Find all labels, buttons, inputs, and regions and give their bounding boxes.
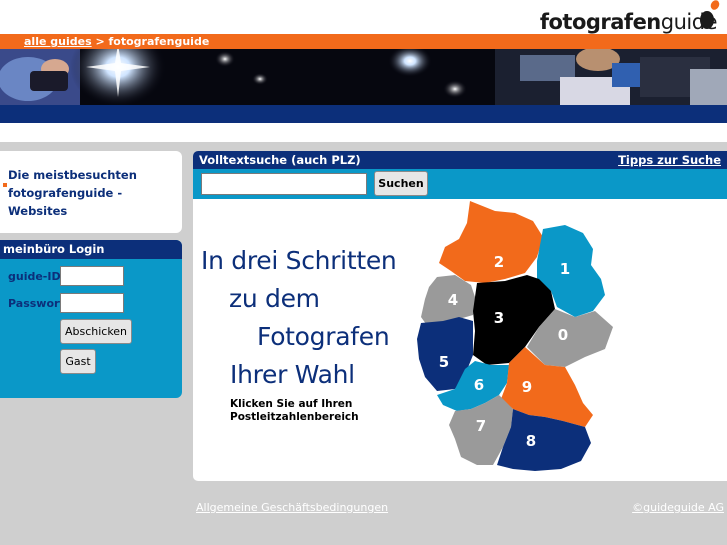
map-label-9: 9 [522,378,532,396]
login-title: meinbüro Login [0,240,182,259]
popular-websites-link[interactable]: Die meistbesuchten fotografenguide -Webs… [8,166,178,220]
postal-code-map: 2 1 4 3 0 5 6 9 7 8 [417,201,613,471]
password-input[interactable] [60,293,124,313]
logo-text: fotografenguide [539,10,718,34]
header-divider-bar [0,105,727,123]
intro-line-1: In drei Schritten [201,246,397,275]
search-input[interactable] [201,173,367,195]
breadcrumb-link-all-guides[interactable]: alle guides [24,35,92,48]
header: fotografenguide [0,0,727,34]
map-label-5: 5 [439,353,449,371]
popular-websites-box: Die meistbesuchten fotografenguide -Webs… [0,151,182,233]
site-logo[interactable]: fotografenguide [539,0,720,34]
search-button[interactable]: Suchen [374,171,428,196]
map-label-8: 8 [526,432,536,450]
breadcrumb: alle guides > fotografenguide [24,34,209,49]
intro-hint-line-2: Postleitzahlenbereich [230,411,359,423]
map-label-3: 3 [494,309,504,327]
breadcrumb-bar: alle guides > fotografenguide [0,34,727,49]
header-spacer [0,123,727,142]
header-banner-photo [0,49,727,105]
map-region-2[interactable] [439,201,543,283]
login-panel: meinbüro Login guide-ID Passwort Abschic… [0,240,182,398]
intro-hint: Klicken Sie auf Ihren Postleitzahlenbere… [230,398,359,424]
map-label-4: 4 [448,291,458,309]
map-label-7: 7 [476,417,486,435]
guide-id-label: guide-ID [8,270,61,283]
submit-button[interactable]: Abschicken [60,319,132,344]
search-bar: Suchen [193,169,727,199]
intro-line-2: zu dem [229,284,320,313]
popular-line-1: Die meistbesuchten [8,168,137,182]
search-title: Volltextsuche (auch PLZ) [199,153,361,167]
intro-hint-line-1: Klicken Sie auf Ihren [230,398,353,410]
breadcrumb-separator: > [91,35,109,48]
search-header: Volltextsuche (auch PLZ) Tipps zur Suche [193,151,727,169]
bullet-icon [3,183,7,187]
map-label-0: 0 [558,326,568,344]
map-label-6: 6 [474,376,484,394]
breadcrumb-current: fotografenguide [108,35,210,48]
intro-line-3: Fotografen [257,322,390,351]
guest-button[interactable]: Gast [60,349,96,374]
copyright-link[interactable]: ©guideguide AG [632,501,724,514]
intro-line-4: Ihrer Wahl [230,360,355,389]
map-label-2: 2 [494,253,504,271]
map-label-1: 1 [560,260,570,278]
banner-image [0,49,727,105]
guide-id-input[interactable] [60,266,124,286]
terms-link[interactable]: Allgemeine Geschäftsbedingungen [196,501,388,514]
popular-line-2: fotografenguide -Websites [8,186,123,218]
password-label: Passwort [8,297,65,310]
search-tips-link[interactable]: Tipps zur Suche [618,151,721,169]
logo-mark-icon [700,0,720,29]
